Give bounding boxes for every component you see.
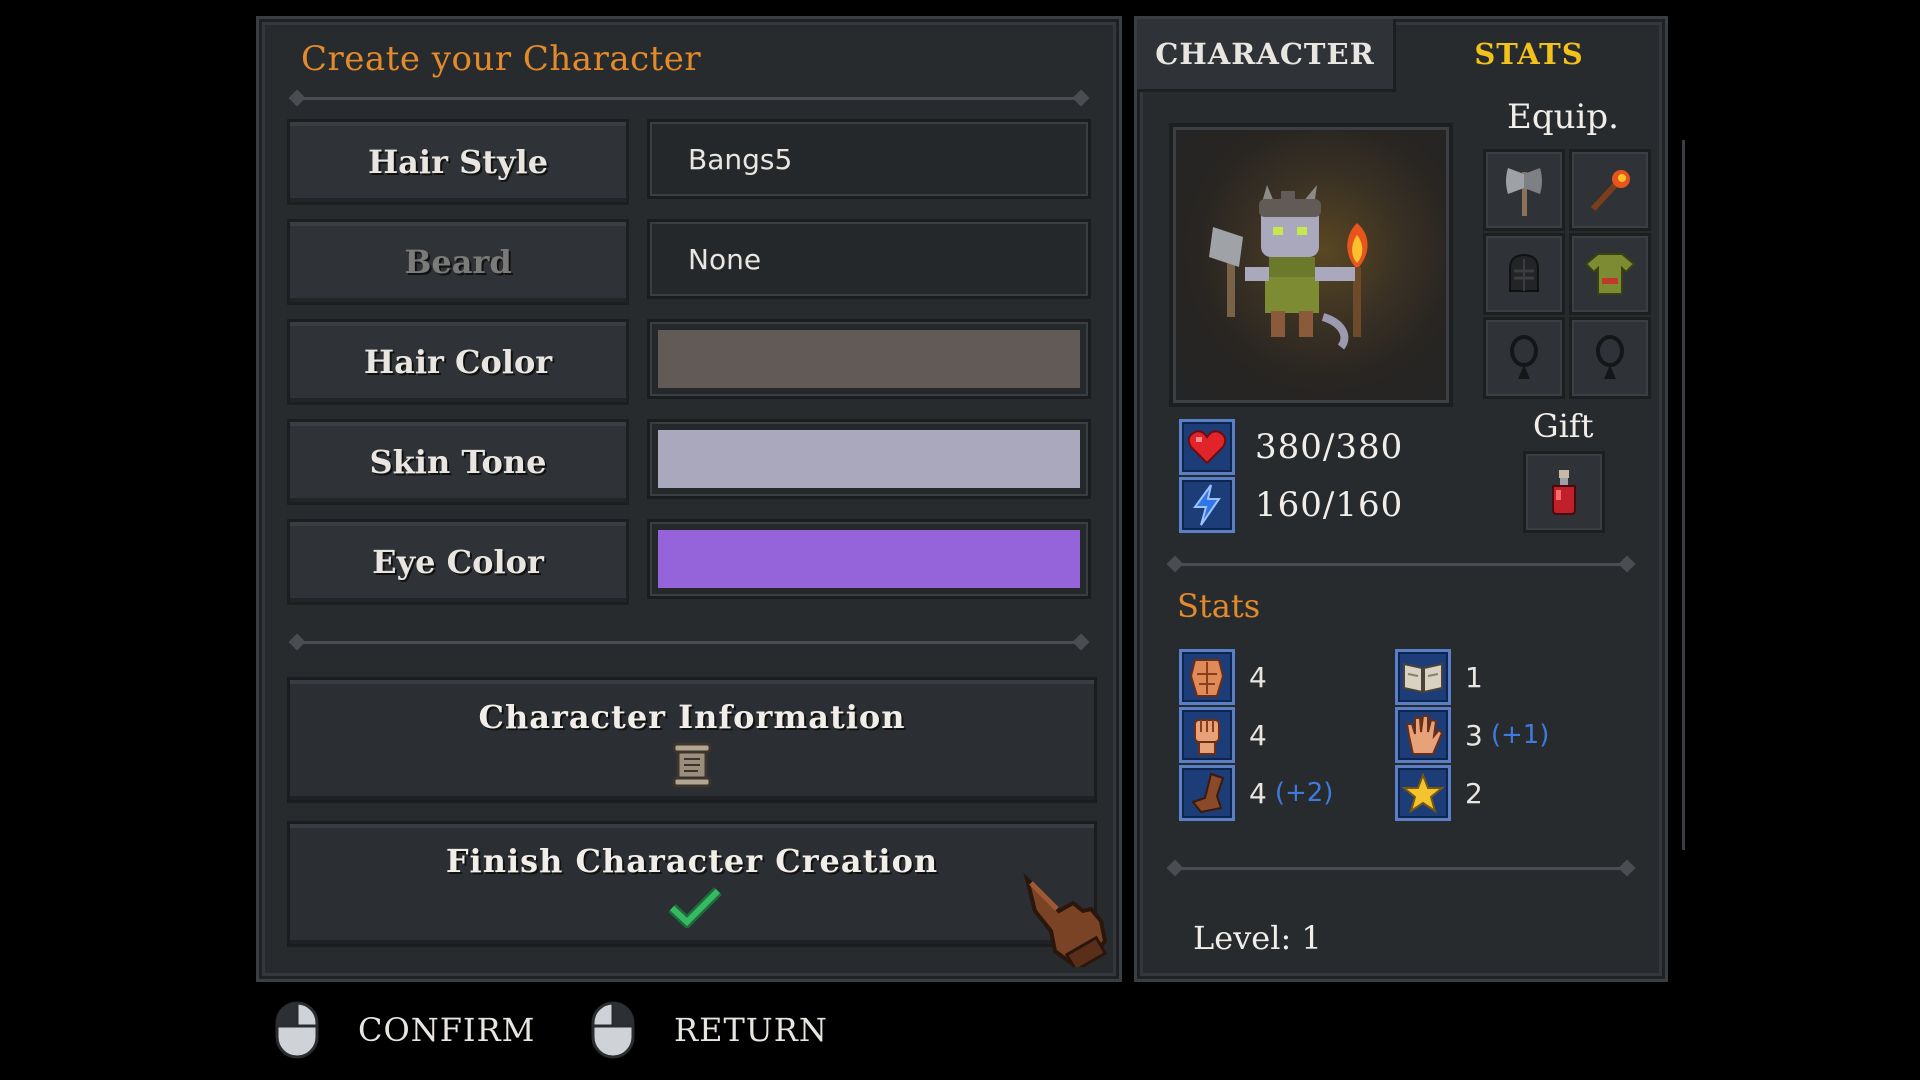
hand-icon-box <box>1395 707 1451 763</box>
character-creator-panel: Create your Character Hair Style Bangs5 … <box>256 16 1122 982</box>
mouse-left-click-icon <box>275 1001 319 1059</box>
finish-character-creation-button[interactable]: Finish Character Creation <box>287 821 1097 947</box>
character-information-label: Character Information <box>478 698 906 736</box>
confirm-hint[interactable]: CONFIRM <box>272 1000 535 1060</box>
book-icon <box>1403 662 1443 694</box>
divider <box>295 641 1083 644</box>
torch-icon <box>1590 170 1630 212</box>
character-level: Level: 1 <box>1193 919 1322 957</box>
heart-icon-box <box>1179 419 1235 475</box>
amulet-icon <box>1596 335 1624 379</box>
book-icon-box <box>1395 649 1451 705</box>
hair-color-button[interactable]: Hair Color <box>287 319 629 405</box>
stat-strength[interactable]: 4 <box>1179 649 1275 705</box>
finish-character-creation-label: Finish Character Creation <box>445 842 939 880</box>
star-icon-box <box>1395 765 1451 821</box>
hair-color-swatch <box>658 330 1080 388</box>
mana-value: 160/160 <box>1255 485 1404 525</box>
character-portrait <box>1169 123 1453 407</box>
divider <box>1173 867 1629 870</box>
luck-value: 2 <box>1465 776 1483 810</box>
health-stat: 380/380 <box>1179 419 1403 475</box>
amulet-icon <box>1510 335 1538 379</box>
dexterity-value: 4 <box>1249 718 1267 752</box>
return-hint[interactable]: RETURN <box>588 1000 828 1060</box>
mana-stat: 160/160 <box>1179 477 1403 533</box>
eye-color-button[interactable]: Eye Color <box>287 519 629 605</box>
hair-style-button[interactable]: Hair Style <box>287 119 629 205</box>
stat-intelligence[interactable]: 1 <box>1395 649 1491 705</box>
skin-tone-value[interactable] <box>647 419 1091 499</box>
tab-character[interactable]: CHARACTER <box>1137 19 1396 92</box>
equip-slot-amulet-1[interactable] <box>1483 317 1565 399</box>
character-information-button[interactable]: Character Information <box>287 677 1097 803</box>
character-sprite <box>1209 185 1368 350</box>
tunic-icon <box>1584 253 1636 295</box>
skill-bonus: (+1) <box>1490 720 1550 750</box>
lightning-icon <box>1193 484 1221 526</box>
health-value: 380/380 <box>1255 427 1404 467</box>
hair-color-value[interactable] <box>647 319 1091 399</box>
equip-slot-body[interactable] <box>1569 233 1651 315</box>
heart-icon <box>1187 430 1227 465</box>
fist-icon <box>1194 719 1220 755</box>
divider <box>1173 563 1629 566</box>
lightning-icon-box <box>1179 477 1235 533</box>
stat-luck[interactable]: 2 <box>1395 765 1491 821</box>
checkmark-icon <box>668 887 722 928</box>
skill-value: 3 <box>1465 718 1483 752</box>
stat-skill[interactable]: 3 (+1) <box>1395 707 1549 763</box>
divider <box>295 97 1083 100</box>
stat-speed[interactable]: 4 (+2) <box>1179 765 1333 821</box>
potion-icon <box>1552 470 1576 515</box>
speed-value: 4 <box>1249 776 1267 810</box>
stats-title: Stats <box>1177 587 1261 625</box>
strength-icon-box <box>1179 649 1235 705</box>
axe-icon <box>1506 168 1542 216</box>
beard-value-text: None <box>688 242 762 276</box>
equip-slot-weapon[interactable] <box>1483 149 1565 231</box>
return-label: RETURN <box>674 1011 828 1049</box>
mouse-right-click-icon <box>591 1001 635 1059</box>
confirm-label: CONFIRM <box>358 1011 536 1049</box>
stat-dexterity[interactable]: 4 <box>1179 707 1275 763</box>
pointer-hand-icon <box>1023 872 1108 967</box>
helmet-icon <box>1509 253 1539 292</box>
fist-icon-box <box>1179 707 1235 763</box>
character-stats-panel: CHARACTER STATS Equip. 380/380 160/160 G… <box>1134 16 1668 982</box>
beard-value[interactable]: None <box>647 219 1091 299</box>
scrollbar-track <box>1682 140 1685 850</box>
equip-slot-amulet-2[interactable] <box>1569 317 1651 399</box>
creator-title: Create your Character <box>301 39 702 79</box>
skin-tone-swatch <box>658 430 1080 488</box>
strength-value: 4 <box>1249 660 1267 694</box>
strength-icon <box>1189 659 1225 697</box>
equip-slot-head[interactable] <box>1483 233 1565 315</box>
beard-button[interactable]: Beard <box>287 219 629 305</box>
scroll-icon <box>672 742 712 788</box>
eye-color-value[interactable] <box>647 519 1091 599</box>
gift-title: Gift <box>1533 407 1594 445</box>
intelligence-value: 1 <box>1465 660 1483 694</box>
speed-bonus: (+2) <box>1274 778 1334 808</box>
skin-tone-button[interactable]: Skin Tone <box>287 419 629 505</box>
tab-stats[interactable]: STATS <box>1393 19 1665 89</box>
hand-icon <box>1405 715 1443 755</box>
gift-slot[interactable] <box>1523 451 1605 533</box>
boot-icon <box>1191 772 1225 814</box>
hair-style-value-text: Bangs5 <box>688 142 793 176</box>
equip-slot-offhand[interactable] <box>1569 149 1651 231</box>
equip-title: Equip. <box>1507 97 1619 137</box>
boot-icon-box <box>1179 765 1235 821</box>
eye-color-swatch <box>658 530 1080 588</box>
star-icon <box>1402 773 1444 813</box>
hair-style-value[interactable]: Bangs5 <box>647 119 1091 199</box>
